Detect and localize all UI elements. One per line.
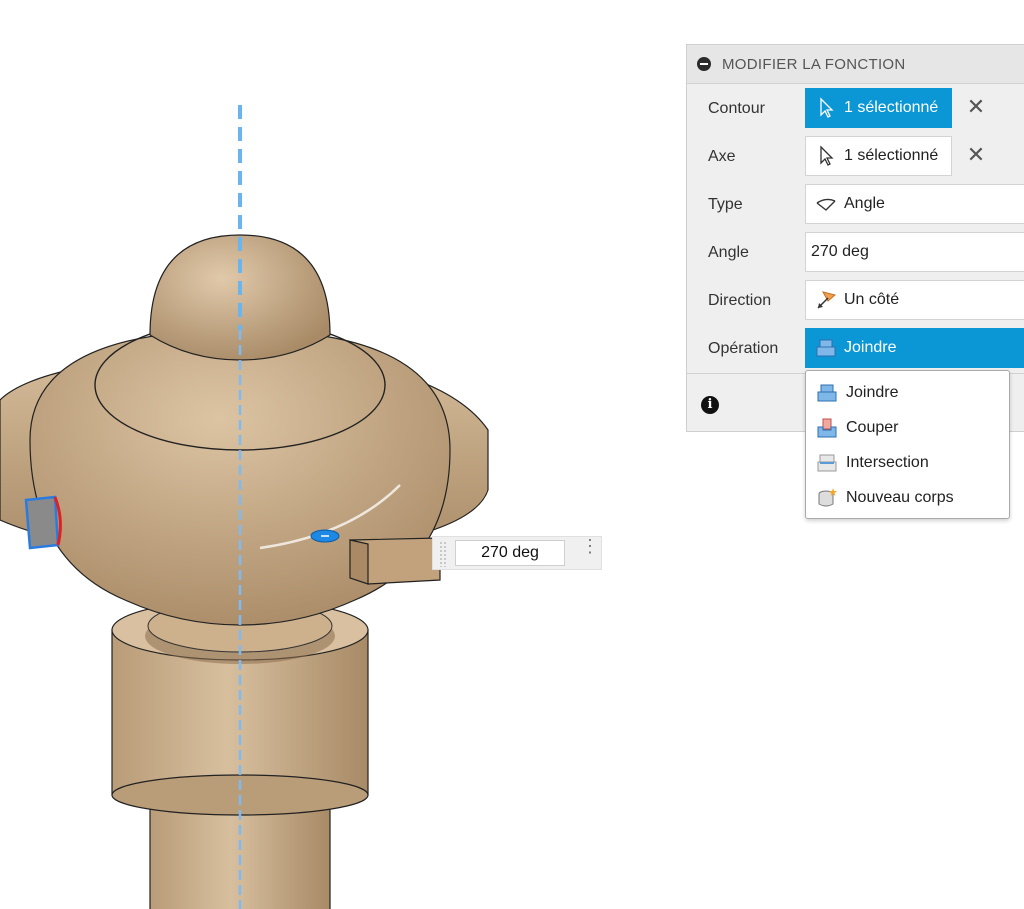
menu-item-nouveau-corps[interactable]: Nouveau corps [806,480,1009,515]
menu-item-couper[interactable]: Couper [806,410,1009,445]
row-angle: Angle 270 deg [687,231,1024,275]
contour-label: Contour [708,100,765,117]
axe-label: Axe [708,148,736,165]
menu-item-label: Joindre [846,383,899,401]
panel-header[interactable]: MODIFIER LA FONCTION [687,45,1024,84]
row-direction: Direction Un côté [687,279,1024,323]
menu-item-joindre[interactable]: Joindre [806,375,1009,410]
axe-selection-field[interactable]: 1 sélectionné [805,136,952,176]
angle-dimension-input[interactable]: 270 deg [455,540,565,566]
revolve-end-block [349,537,441,585]
angle-label: Angle [708,244,749,261]
menu-item-label: Intersection [846,453,929,471]
new-body-icon [818,487,837,506]
more-options-icon[interactable]: ⋮ [581,537,599,566]
direction-dropdown[interactable]: Un côté [805,280,1024,320]
drag-grip[interactable] [439,541,447,567]
clear-contour-button[interactable]: ✕ [965,96,987,118]
operation-value: Joindre [844,339,897,356]
top-dome [149,234,331,361]
join-icon [817,384,837,401]
contour-selection-field[interactable]: 1 sélectionné [805,88,952,128]
type-label: Type [708,196,743,213]
cursor-select-icon [820,145,834,166]
cursor-select-icon [820,97,834,118]
direction-label: Direction [708,292,772,309]
operation-label: Opération [708,340,779,357]
type-value: Angle [844,195,885,212]
panel-title: MODIFIER LA FONCTION [722,55,906,73]
operation-menu: Joindre Couper Intersection Nouveau corp… [805,370,1010,519]
collapse-icon[interactable] [697,57,711,71]
menu-item-intersection[interactable]: Intersection [806,445,1009,480]
cut-icon [817,418,837,437]
clear-axe-button[interactable]: ✕ [965,144,987,166]
one-side-direction-icon [817,291,837,309]
intersect-icon [817,454,837,471]
axe-value: 1 sélectionné [844,147,939,164]
contour-value: 1 sélectionné [844,99,939,116]
row-contour: Contour 1 sélectionné ✕ [687,87,1024,131]
angle-value: 270 deg [811,243,869,260]
type-dropdown[interactable]: Angle [805,184,1024,224]
row-operation: Opération Joindre [687,327,1024,371]
menu-item-label: Couper [846,418,899,436]
row-axe: Axe 1 sélectionné ✕ [687,135,1024,179]
profile-face-left[interactable] [24,495,62,550]
direction-value: Un côté [844,291,900,308]
rotation-handle[interactable] [310,529,340,543]
join-operation-icon [816,339,836,357]
angle-input[interactable]: 270 deg [805,232,1024,272]
row-type: Type Angle [687,183,1024,227]
info-icon[interactable]: i [701,396,719,414]
angle-dimension-box: 270 deg ⋮ [432,536,602,570]
angle-type-icon [816,198,836,211]
operation-dropdown[interactable]: Joindre [805,328,1024,368]
menu-item-label: Nouveau corps [846,488,954,506]
